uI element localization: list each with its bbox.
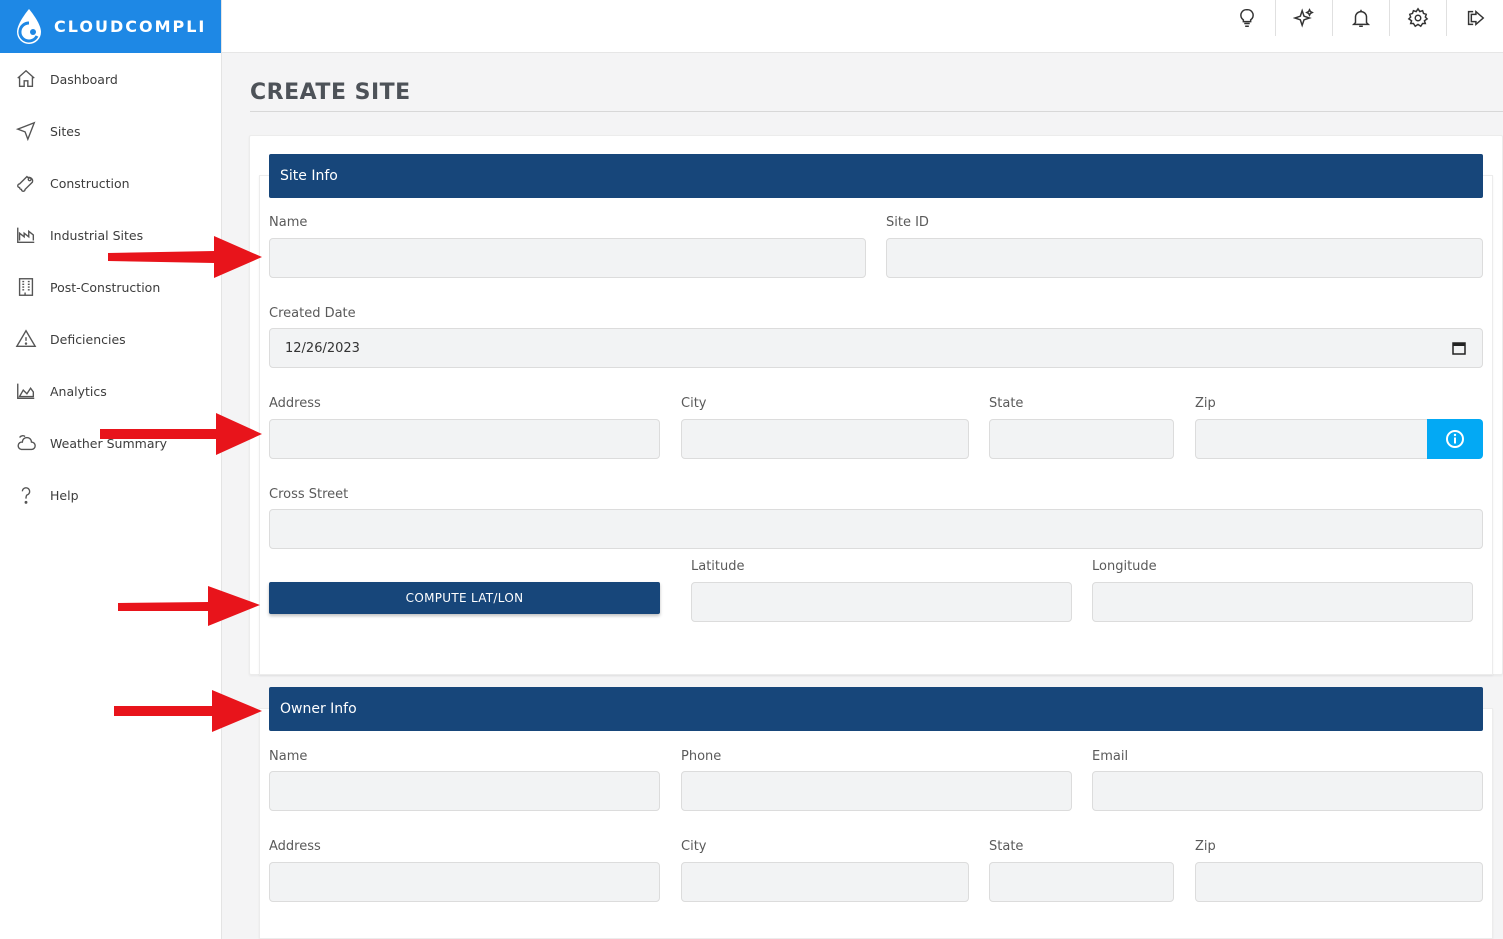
- longitude-label: Longitude: [1092, 559, 1157, 574]
- site-id-input[interactable]: [886, 238, 1483, 278]
- owner-city-input[interactable]: [681, 862, 969, 902]
- owner-address-label: Address: [269, 839, 321, 854]
- factory-icon: [14, 223, 38, 247]
- sidebar-item-label: Sites: [50, 123, 81, 139]
- sparkles-icon[interactable]: [1275, 0, 1332, 36]
- zip-input[interactable]: [1195, 419, 1429, 459]
- building-icon: [14, 275, 38, 299]
- created-date-value: 12/26/2023: [285, 340, 360, 356]
- latitude-label: Latitude: [691, 559, 745, 574]
- city-input[interactable]: [681, 419, 969, 459]
- cloud-sun-icon: [14, 431, 38, 455]
- home-icon: [14, 67, 38, 91]
- city-label: City: [681, 396, 707, 411]
- annotation-arrow-owner-info: [114, 690, 262, 732]
- page-title: CREATE SITE: [250, 80, 411, 105]
- address-info-button[interactable]: [1427, 419, 1483, 459]
- area-chart-icon: [14, 379, 38, 403]
- top-bar-actions: [1218, 0, 1503, 40]
- annotation-arrow-address: [100, 413, 262, 455]
- annotation-arrow-name: [108, 236, 262, 278]
- logout-icon[interactable]: [1446, 0, 1503, 36]
- owner-info-card: [259, 708, 1493, 939]
- top-bar: [222, 0, 1503, 53]
- owner-email-label: Email: [1092, 749, 1129, 764]
- created-date-label: Created Date: [269, 306, 356, 321]
- state-input[interactable]: [989, 419, 1174, 459]
- owner-phone-label: Phone: [681, 749, 722, 764]
- droplet-logo-icon: [14, 8, 44, 46]
- navigation-icon: [14, 119, 38, 143]
- site-name-input[interactable]: [269, 238, 866, 278]
- owner-zip-input[interactable]: [1195, 862, 1483, 902]
- sidebar-item-dashboard[interactable]: Dashboard: [0, 53, 221, 105]
- bell-icon[interactable]: [1332, 0, 1389, 36]
- question-icon: [14, 483, 38, 507]
- owner-city-label: City: [681, 839, 707, 854]
- owner-info-header: Owner Info: [269, 687, 1483, 731]
- sidebar-item-label: Help: [50, 487, 79, 503]
- site-name-label: Name: [269, 215, 308, 230]
- title-divider: [250, 111, 1503, 112]
- site-info-header: Site Info: [269, 154, 1483, 198]
- owner-address-input[interactable]: [269, 862, 660, 902]
- sidebar-item-help[interactable]: Help: [0, 469, 221, 521]
- owner-name-input[interactable]: [269, 771, 660, 811]
- lightbulb-icon[interactable]: [1218, 0, 1275, 36]
- site-id-label: Site ID: [886, 215, 929, 230]
- info-icon: [1446, 430, 1464, 448]
- owner-state-label: State: [989, 839, 1024, 854]
- created-date-input[interactable]: 12/26/2023: [269, 328, 1483, 368]
- calendar-icon[interactable]: [1452, 341, 1466, 355]
- gear-icon[interactable]: [1389, 0, 1446, 36]
- address-label: Address: [269, 396, 321, 411]
- warning-icon: [14, 327, 38, 351]
- cross-street-label: Cross Street: [269, 487, 349, 502]
- wrench-icon: [14, 171, 38, 195]
- sidebar-item-label: Dashboard: [50, 71, 118, 87]
- owner-state-input[interactable]: [989, 862, 1174, 902]
- sidebar-item-analytics[interactable]: Analytics: [0, 365, 221, 417]
- state-label: State: [989, 396, 1024, 411]
- brand-name: CLOUDCOMPLI: [54, 17, 207, 36]
- zip-label: Zip: [1195, 396, 1216, 411]
- sidebar-item-label: Construction: [50, 175, 130, 191]
- owner-phone-input[interactable]: [681, 771, 1072, 811]
- latitude-input[interactable]: [691, 582, 1072, 622]
- sidebar-item-construction[interactable]: Construction: [0, 157, 221, 209]
- address-input[interactable]: [269, 419, 660, 459]
- sidebar-item-deficiencies[interactable]: Deficiencies: [0, 313, 221, 365]
- longitude-input[interactable]: [1092, 582, 1473, 622]
- sidebar-item-label: Post-Construction: [50, 279, 161, 295]
- sidebar-item-label: Deficiencies: [50, 331, 126, 347]
- owner-zip-label: Zip: [1195, 839, 1216, 854]
- compute-lat-lon-button[interactable]: COMPUTE LAT/LON: [269, 582, 660, 614]
- sidebar-item-sites[interactable]: Sites: [0, 105, 221, 157]
- annotation-arrow-compute: [118, 586, 260, 626]
- owner-email-input[interactable]: [1092, 771, 1483, 811]
- sidebar-item-label: Analytics: [50, 383, 107, 399]
- brand-logo[interactable]: CLOUDCOMPLI: [0, 0, 221, 53]
- sidebar: CLOUDCOMPLI Dashboard Sites Construction…: [0, 0, 222, 939]
- cross-street-input[interactable]: [269, 509, 1483, 549]
- owner-name-label: Name: [269, 749, 308, 764]
